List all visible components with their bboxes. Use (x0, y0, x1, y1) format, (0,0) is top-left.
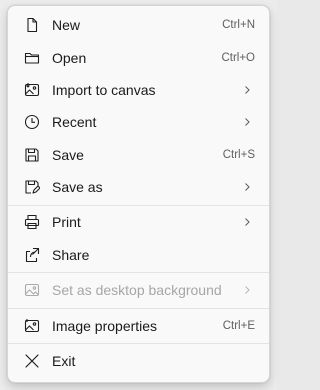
shortcut-label: Ctrl+N (222, 19, 255, 31)
chevron-right-icon (245, 118, 250, 126)
menu-item-label: Share (52, 247, 90, 263)
save-icon (24, 147, 40, 163)
chevron-right-icon (245, 218, 250, 226)
separator (8, 205, 269, 206)
menu-item-label: Exit (52, 353, 76, 369)
menu-item-label: Open (52, 50, 87, 66)
image-properties-icon (24, 318, 40, 334)
menu-item-label: Print (52, 214, 81, 230)
menu-item-label: New (52, 17, 81, 33)
new-file-icon (24, 17, 40, 33)
close-icon (24, 353, 40, 369)
import-image-icon (24, 82, 40, 98)
shortcut-label: Ctrl+E (222, 320, 255, 332)
file-menu: New Ctrl+N Open Ctrl+O Import to canvas (7, 5, 270, 383)
menu-item-recent[interactable]: Recent (12, 107, 265, 137)
chevron-right-icon (245, 286, 250, 294)
clock-icon (24, 114, 40, 130)
shortcut-label: Ctrl+S (222, 149, 255, 161)
menu-item-set-as-desktop-background: Set as desktop background (12, 275, 265, 305)
printer-icon (24, 214, 40, 230)
shortcut-label: Ctrl+O (221, 52, 255, 64)
menu-item-label: Recent (52, 114, 97, 130)
menu-item-open[interactable]: Open Ctrl+O (12, 43, 265, 73)
menu-item-label: Save as (52, 179, 103, 195)
separator (8, 343, 269, 344)
menu-item-label: Image properties (52, 318, 158, 334)
chevron-right-icon (245, 183, 250, 191)
menu-item-exit[interactable]: Exit (12, 346, 265, 376)
desktop-background-icon (24, 282, 40, 298)
save-as-icon (24, 179, 40, 195)
menu-item-save[interactable]: Save Ctrl+S (12, 140, 265, 170)
menu-item-print[interactable]: Print (12, 207, 265, 237)
menu-item-label: Import to canvas (52, 82, 156, 98)
separator (8, 272, 269, 273)
chevron-right-icon (245, 86, 250, 94)
share-icon (24, 247, 40, 263)
folder-icon (24, 50, 40, 66)
menu-item-image-properties[interactable]: Image properties Ctrl+E (12, 311, 265, 341)
separator (8, 308, 269, 309)
menu-item-new[interactable]: New Ctrl+N (12, 10, 265, 40)
menu-item-share[interactable]: Share (12, 240, 265, 270)
menu-item-label: Set as desktop background (52, 282, 222, 298)
menu-item-save-as[interactable]: Save as (12, 172, 265, 202)
menu-item-label: Save (52, 147, 84, 163)
menu-item-import-to-canvas[interactable]: Import to canvas (12, 75, 265, 105)
